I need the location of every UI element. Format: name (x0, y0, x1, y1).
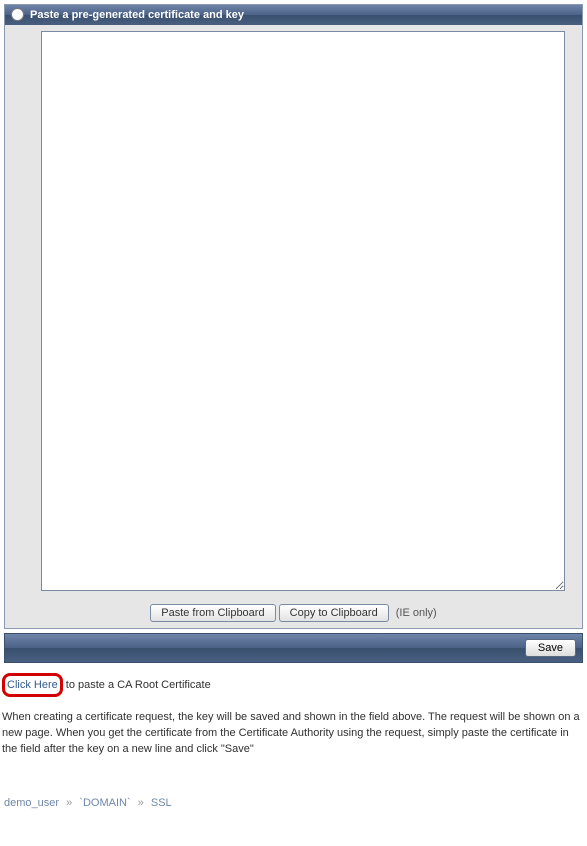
cert-textarea[interactable] (41, 31, 565, 591)
breadcrumb-domain[interactable]: `DOMAIN` (79, 797, 130, 809)
breadcrumb: demo_user » `DOMAIN` » SSL (4, 797, 583, 809)
section-title: Paste a pre-generated certificate and ke… (30, 9, 244, 21)
ca-hint-text: to paste a CA Root Certificate (63, 679, 211, 691)
section-body (5, 25, 582, 600)
breadcrumb-page[interactable]: SSL (151, 797, 172, 809)
save-button[interactable]: Save (525, 639, 576, 657)
paste-cert-section: Paste a pre-generated certificate and ke… (4, 4, 583, 629)
radio-paste-cert[interactable] (11, 8, 24, 21)
breadcrumb-user[interactable]: demo_user (4, 797, 59, 809)
copy-to-clipboard-button[interactable]: Copy to Clipboard (279, 604, 389, 622)
paste-from-clipboard-button[interactable]: Paste from Clipboard (150, 604, 275, 622)
section-header: Paste a pre-generated certificate and ke… (5, 5, 582, 25)
help-text: When creating a certificate request, the… (2, 709, 583, 757)
save-bar: Save (4, 633, 583, 663)
breadcrumb-sep-1: » (66, 797, 72, 809)
breadcrumb-sep-2: » (138, 797, 144, 809)
ca-root-hint: Click Here to paste a CA Root Certificat… (2, 673, 583, 697)
clipboard-row: Paste from Clipboard Copy to Clipboard (… (5, 600, 582, 628)
radio-paste-cert-wrap[interactable] (11, 8, 24, 21)
ie-only-label: (IE only) (396, 607, 437, 619)
click-here-link[interactable]: Click Here (2, 673, 63, 697)
